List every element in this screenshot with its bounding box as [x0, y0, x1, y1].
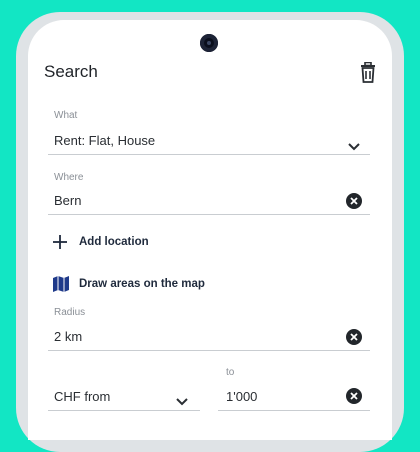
price-to-label: to: [226, 367, 235, 378]
radius-label: Radius: [54, 307, 86, 318]
clear-icon[interactable]: [346, 388, 362, 404]
price-to-input[interactable]: 1'000: [226, 389, 257, 404]
plus-icon: [52, 234, 68, 250]
where-underline: [48, 214, 370, 215]
price-to-underline: [218, 410, 370, 411]
draw-areas-label: Draw areas on the map: [79, 278, 205, 290]
map-icon: [52, 275, 70, 293]
chevron-down-icon[interactable]: [176, 393, 188, 406]
what-value: Rent: Flat, House: [54, 133, 156, 148]
clear-icon[interactable]: [346, 329, 362, 345]
what-underline: [48, 154, 370, 155]
radius-underline: [48, 350, 370, 351]
where-input[interactable]: Bern: [54, 193, 81, 208]
front-camera: [200, 34, 218, 52]
price-from-underline: [48, 410, 200, 411]
what-label: What: [54, 110, 78, 121]
trash-icon[interactable]: [358, 61, 378, 84]
chevron-down-icon[interactable]: [348, 138, 360, 151]
add-location-label: Add location: [79, 236, 149, 248]
clear-icon[interactable]: [346, 193, 362, 209]
where-label: Where: [54, 172, 84, 183]
app-screen: Search What Rent: Flat, House Where Bern: [28, 20, 392, 440]
price-from-value: CHF from: [54, 389, 111, 404]
page-title: Search: [44, 62, 98, 81]
radius-input[interactable]: 2 km: [54, 329, 82, 344]
